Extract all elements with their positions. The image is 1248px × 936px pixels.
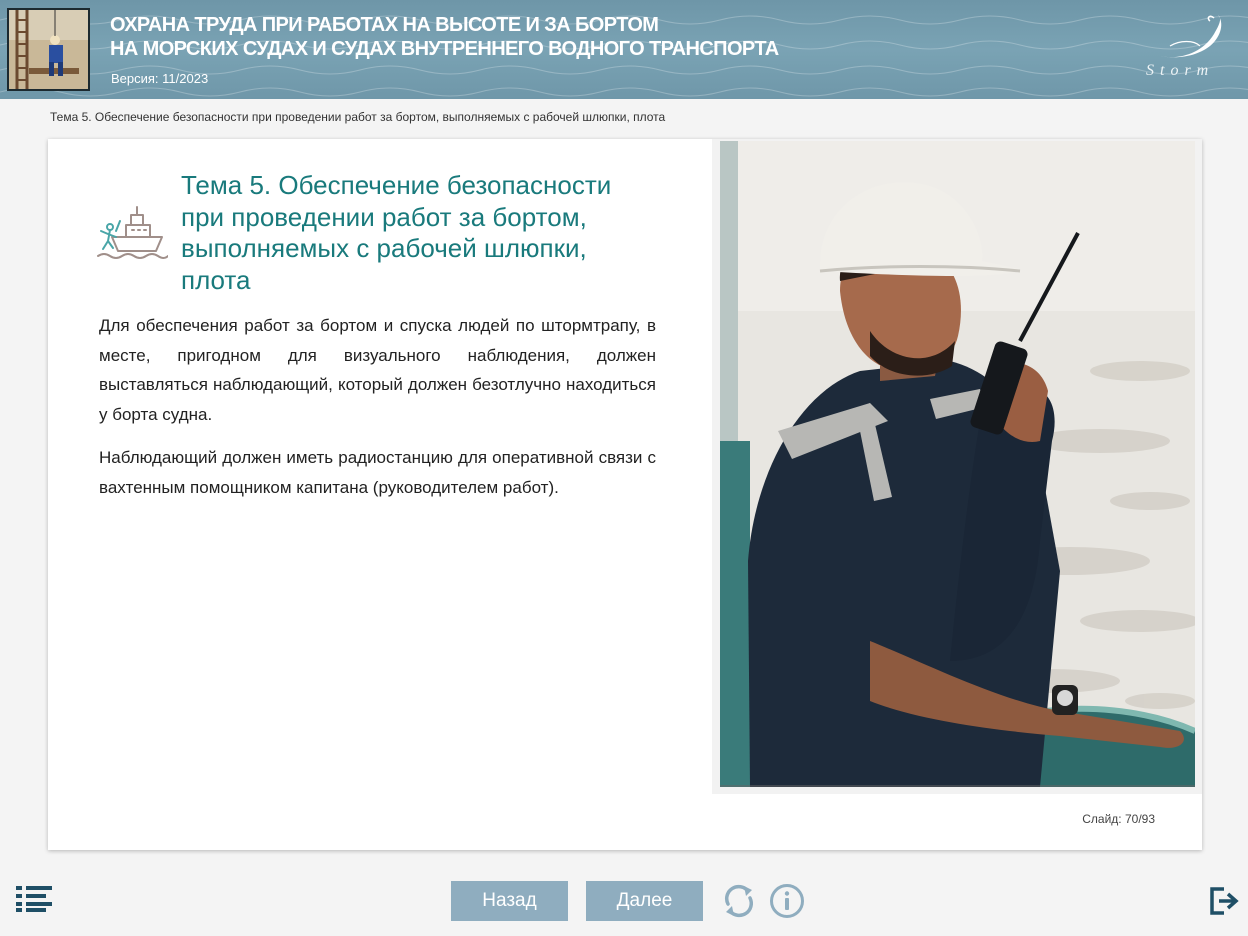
course-title-line2: НА МОРСКИХ СУДАХ И СУДАХ ВНУТРЕННЕГО ВОД… — [110, 38, 779, 60]
exit-button[interactable] — [1208, 885, 1240, 917]
back-button[interactable]: Назад — [451, 881, 568, 921]
menu-button[interactable] — [14, 884, 54, 914]
course-thumbnail — [7, 8, 90, 91]
version-label: Версия: 11/2023 — [111, 71, 209, 86]
slide-counter-label: Слайд: — [1082, 812, 1122, 826]
slide-title: Тема 5. Обеспечение безопасности при про… — [181, 170, 612, 295]
exit-icon — [1210, 887, 1239, 915]
breadcrumb: Тема 5. Обеспечение безопасности при про… — [50, 110, 666, 124]
next-button[interactable]: Далее — [586, 881, 703, 921]
slide-paragraph-2: Наблюдающий должен иметь радиостанцию дл… — [99, 448, 656, 497]
info-button[interactable] — [768, 882, 806, 920]
slide-paragraph-1: Для обеспечения работ за бортом и спуска… — [99, 316, 656, 424]
reload-button[interactable] — [720, 882, 758, 920]
ship-rescue-icon — [97, 206, 168, 259]
slide-counter: Слайд: 70/93 — [1082, 812, 1155, 826]
info-icon — [770, 884, 804, 918]
app-header: ОХРАНА ТРУДА ПРИ РАБОТАХ НА ВЫСОТЕ И ЗА … — [0, 0, 1248, 99]
sailor-radio-photo — [720, 141, 1195, 787]
slide-card: Тема 5. Обеспечение безопасности при про… — [48, 139, 1202, 850]
slide-counter-value: 70/93 — [1124, 812, 1155, 826]
course-title-line1: ОХРАНА ТРУДА ПРИ РАБОТАХ НА ВЫСОТЕ И ЗА … — [110, 14, 659, 36]
menu-icon — [16, 886, 52, 912]
photo-frame — [712, 139, 1202, 794]
logo-wordmark: Storm — [1146, 62, 1215, 79]
reload-icon — [724, 884, 754, 918]
